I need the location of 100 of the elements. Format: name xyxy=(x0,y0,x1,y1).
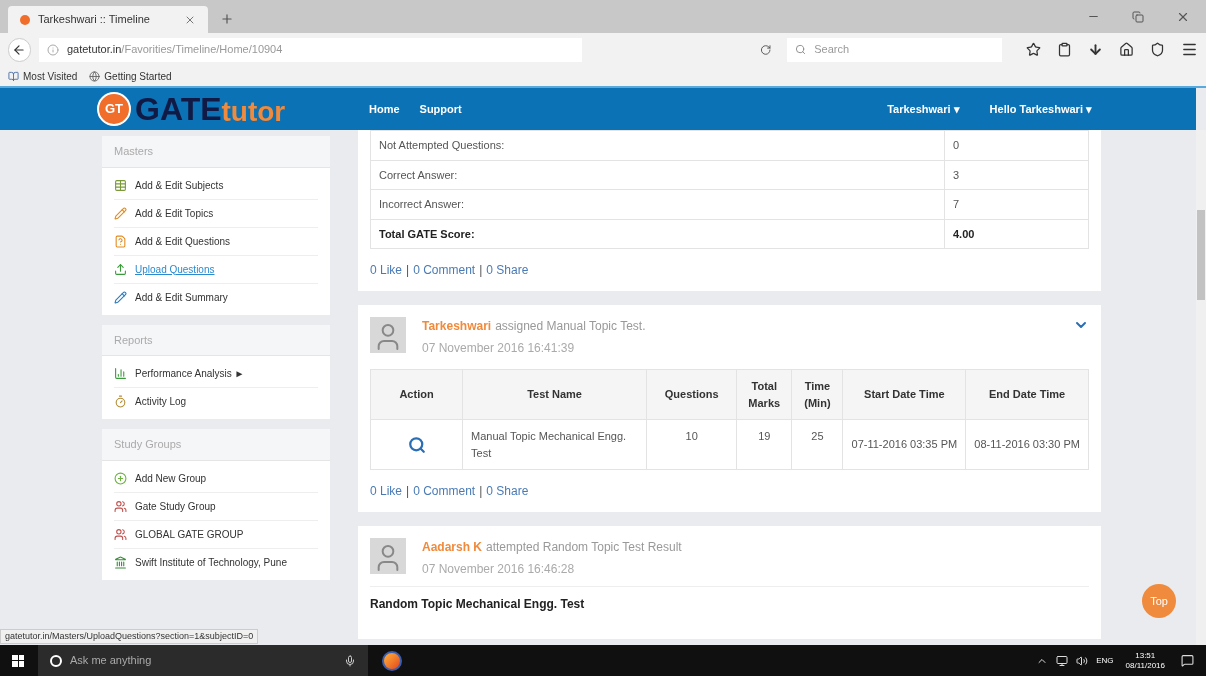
table-cell: 25 xyxy=(791,419,843,470)
sidebar-link[interactable]: Add New Group xyxy=(135,470,207,486)
address-field[interactable]: gatetutor.in/Favorities/Timeline/Home/10904 xyxy=(38,37,582,62)
link-separator: | xyxy=(479,483,483,500)
sidebar-link[interactable]: Activity Log xyxy=(135,394,187,409)
table-cell: Manual Topic Mechanical Engg. Test xyxy=(462,419,647,470)
clock[interactable]: 13:51 08/11/2016 xyxy=(1125,650,1165,671)
sidebar-link[interactable]: Performance Analysis ► xyxy=(135,366,245,381)
column-header: Test Name xyxy=(462,369,647,420)
bookmark-folder-icon xyxy=(8,70,19,82)
feed-link[interactable]: 0 Comment xyxy=(413,482,476,500)
pencil-icon xyxy=(114,290,127,304)
table-cell: 4.00 xyxy=(944,219,1089,249)
download-icon[interactable] xyxy=(1088,42,1103,57)
scrollbar[interactable] xyxy=(1196,130,1206,645)
stopwatch-icon xyxy=(114,395,127,408)
favicon-icon xyxy=(20,14,30,25)
microphone-icon[interactable] xyxy=(344,654,356,667)
star-icon[interactable] xyxy=(1026,42,1041,57)
panel-title: Masters xyxy=(102,136,330,168)
building-icon xyxy=(114,555,127,569)
pencil-icon xyxy=(114,206,127,220)
column-header: Action xyxy=(370,369,463,420)
column-header: Time (Min) xyxy=(791,369,843,420)
post-time: 07 November 2016 16:46:28 xyxy=(422,561,576,578)
table-cell: 3 xyxy=(944,160,1089,190)
bookmark-link[interactable]: Getting Started xyxy=(104,68,172,84)
feed-link[interactable]: 0 Like xyxy=(370,482,403,500)
link-separator: | xyxy=(406,262,410,279)
feed-link[interactable]: 0 Share xyxy=(486,261,529,279)
feed-link[interactable]: 0 Comment xyxy=(413,261,476,279)
table-cell: Correct Answer: xyxy=(370,160,945,190)
table-cell: 0 xyxy=(944,130,1089,160)
site-logo[interactable]: GT GATEtutor xyxy=(97,92,357,126)
search-icon xyxy=(795,44,807,55)
status-url: gatetutor.in/Masters/UploadQuestions?section=1&subjectID=0 xyxy=(0,628,259,644)
column-header: End Date Time xyxy=(965,369,1089,420)
table-cell: Total GATE Score: xyxy=(370,219,945,249)
taskbar-search-field[interactable]: Ask me anything xyxy=(38,645,368,676)
browser-app-icon[interactable] xyxy=(382,650,402,671)
column-header: Total Marks xyxy=(736,369,792,420)
table-cell: 19 xyxy=(736,419,792,470)
table-cell: 10 xyxy=(646,419,737,470)
bar-chart-icon xyxy=(114,367,127,380)
sidebar-link[interactable]: Add & Edit Topics xyxy=(135,205,214,221)
column-header: Questions xyxy=(646,369,737,420)
user-menu[interactable]: Tarkeshwari ▾ xyxy=(887,100,960,118)
post-action-text: assigned Manual Topic Test. xyxy=(495,318,646,335)
globe-icon xyxy=(89,70,101,82)
post-time: 07 November 2016 16:41:39 xyxy=(422,340,576,357)
group-icon xyxy=(114,499,127,513)
menu-icon[interactable] xyxy=(1181,41,1198,58)
panel-title: Reports xyxy=(102,324,330,356)
panel-title: Study Groups xyxy=(102,429,330,461)
browser-tab[interactable]: Tarkeshwari :: Timeline xyxy=(8,6,208,33)
back-arrow-icon xyxy=(12,42,27,57)
upload-icon xyxy=(114,262,127,276)
table-cell: 7 xyxy=(944,189,1089,219)
windows-start-icon[interactable] xyxy=(12,654,24,667)
sidebar-link[interactable]: Add & Edit Summary xyxy=(135,289,228,305)
sidebar-link[interactable]: GLOBAL GATE GROUP xyxy=(135,526,244,542)
avatar-placeholder xyxy=(370,538,406,574)
table-cell: 08-11-2016 03:30 PM xyxy=(965,419,1089,470)
shield-icon[interactable] xyxy=(1150,42,1165,57)
question-sheet-icon xyxy=(114,234,127,248)
avatar-placeholder xyxy=(370,317,406,353)
table-cell: Not Attempted Questions: xyxy=(370,130,945,160)
link-separator: | xyxy=(479,262,483,279)
nav-link[interactable]: Support xyxy=(419,100,462,118)
test-title: Random Topic Mechanical Engg. Test xyxy=(370,597,585,611)
sidebar-link[interactable]: Add & Edit Questions xyxy=(135,233,231,249)
table-cell: 07-11-2016 03:35 PM xyxy=(843,419,966,470)
home-icon[interactable] xyxy=(1119,42,1134,57)
feed-link[interactable]: 0 Share xyxy=(486,482,529,500)
link-separator: | xyxy=(406,483,410,500)
sidebar-link[interactable]: Gate Study Group xyxy=(135,498,216,514)
language-indicator[interactable]: ENG xyxy=(1096,654,1114,667)
plus-circle-icon xyxy=(114,471,127,485)
notification-icon[interactable] xyxy=(1181,654,1194,667)
tab-title: Tarkeshwari :: Timeline xyxy=(38,12,151,28)
group-icon xyxy=(114,527,127,541)
cortana-ring-icon xyxy=(50,654,62,667)
clipboard-icon[interactable] xyxy=(1057,42,1072,57)
user-menu[interactable]: Hello Tarkeshwari ▾ xyxy=(989,100,1092,118)
sidebar-link[interactable]: Swift Institute of Technology, Pune xyxy=(135,554,287,570)
feed-link[interactable]: 0 Like xyxy=(370,261,403,279)
table-cell: Incorrect Answer: xyxy=(370,189,945,219)
bookmark-link[interactable]: Most Visited xyxy=(23,68,78,84)
back-button[interactable] xyxy=(8,37,31,62)
restore-icon[interactable] xyxy=(1132,10,1144,23)
post-action-text: attempted Random Topic Test Result xyxy=(486,539,682,556)
search-icon[interactable] xyxy=(407,435,426,454)
reload-icon[interactable] xyxy=(759,43,772,56)
sidebar-link[interactable]: Add & Edit Subjects xyxy=(135,177,224,193)
volume-icon[interactable] xyxy=(1076,654,1089,667)
network-icon[interactable] xyxy=(1056,654,1069,667)
sidebar-link[interactable]: Upload Questions xyxy=(135,261,215,277)
column-header: Start Date Time xyxy=(843,369,966,420)
table-icon xyxy=(114,178,127,192)
nav-link[interactable]: Home xyxy=(369,100,400,118)
